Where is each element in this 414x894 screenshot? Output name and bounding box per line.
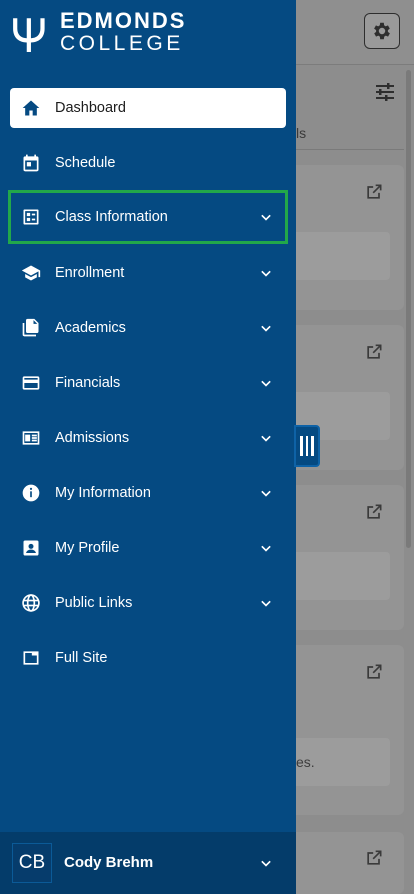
nav-item-academics[interactable]: Academics [10,308,286,348]
settings-button[interactable] [364,13,400,49]
nav-item-schedule[interactable]: Schedule [10,143,286,183]
newspaper-icon [21,428,41,448]
calendar-icon [21,153,41,173]
class-list-icon [21,207,41,227]
gear-icon [374,22,390,40]
user-menu[interactable]: CB Cody Brehm [0,832,296,894]
filter-sliders-icon[interactable] [373,80,397,104]
external-link-icon[interactable] [364,848,384,868]
chevron-down-icon [261,545,271,552]
college-logo[interactable]: EDMONDS COLLEGE [12,10,186,54]
external-link-icon[interactable] [364,662,384,682]
background-card-content [296,232,390,280]
background-card-text: es. [296,754,315,770]
nav-item-admissions[interactable]: Admissions [10,418,286,458]
background-tab-divider [296,149,404,150]
drawer-resize-handle[interactable] [294,425,320,467]
trident-logo-icon [13,18,45,52]
grip-line [305,436,309,456]
background-card [296,832,404,894]
profile-icon [21,538,41,558]
logo-line1: EDMONDS [60,8,187,33]
home-icon [21,98,41,118]
nav-item-label: Enrollment [55,265,125,281]
credit-card-icon [21,373,41,393]
globe-icon [21,593,41,613]
external-link-icon[interactable] [364,342,384,362]
logo-line2: COLLEGE [60,32,184,55]
nav-item-my-profile[interactable]: My Profile [10,528,286,568]
nav-item-label: My Information [55,485,151,501]
external-link-icon[interactable] [364,182,384,202]
chevron-down-icon [261,270,271,277]
nav-item-label: Admissions [55,430,130,446]
nav-item-label: Dashboard [55,100,126,116]
chevron-down-icon [261,380,271,387]
chevron-down-icon [261,325,271,332]
scrollbar-thumb[interactable] [406,70,411,548]
nav-item-full-site[interactable]: Full Site [10,638,286,678]
chevron-down-icon [261,214,271,221]
nav-item-enrollment[interactable]: Enrollment [10,253,286,293]
nav-item-label: Schedule [55,155,116,171]
graduation-cap-icon [21,263,41,283]
background-card-content [296,552,390,600]
nav-item-my-information[interactable]: My Information [10,473,286,513]
nav-item-label: Academics [55,320,126,336]
info-icon [21,483,41,503]
avatar: CB [12,843,52,883]
grip-line [311,436,314,456]
nav-item-financials[interactable]: Financials [10,363,286,403]
chevron-down-icon [261,490,271,497]
window-icon [21,648,41,668]
nav-item-label: Public Links [55,595,133,611]
background-tab-label: ls [296,125,307,141]
external-link-icon[interactable] [364,502,384,522]
background-card [296,645,404,815]
chevron-down-icon [261,860,271,867]
nav-drawer: EDMONDS COLLEGE Dashboard Schedule Class… [0,0,296,894]
nav-item-dashboard[interactable]: Dashboard [10,88,286,128]
nav-item-public-links[interactable]: Public Links [10,583,286,623]
nav-item-label: My Profile [55,540,120,556]
nav-item-label: Class Information [55,209,168,225]
chevron-down-icon [261,600,271,607]
documents-icon [21,318,41,338]
nav-item-label: Full Site [55,650,108,666]
nav-item-label: Financials [55,375,121,391]
user-name: Cody Brehm [64,854,154,871]
grip-line [300,436,303,456]
nav-item-class-information[interactable]: Class Information [8,190,288,244]
chevron-down-icon [261,435,271,442]
